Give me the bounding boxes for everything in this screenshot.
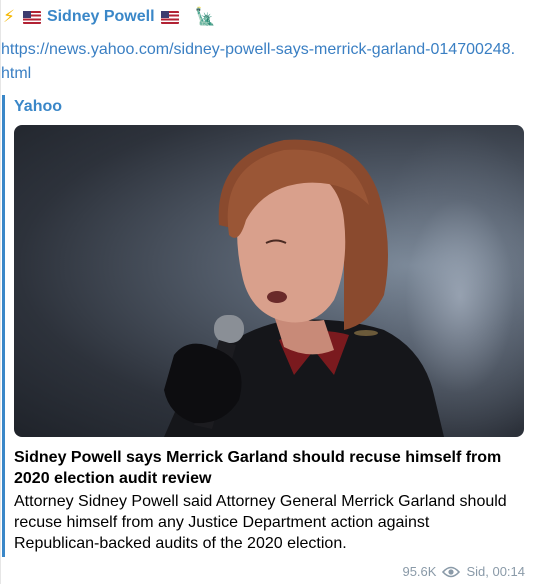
lightning-icon: ⚡ (3, 7, 15, 27)
eye-icon (442, 566, 461, 577)
link-preview[interactable]: Yahoo Sidney Powell says Merrick Garland… (2, 95, 524, 557)
statue-of-liberty-icon: 🗽 (194, 7, 216, 27)
author-and-time: Sid, 00:14 (466, 564, 525, 579)
sender-name[interactable]: Sidney Powell (47, 8, 155, 26)
us-flag-icon (22, 10, 41, 24)
article-link[interactable]: https://news.yahoo.com/sidney-powell-say… (1, 38, 521, 86)
preview-site-name: Yahoo (14, 98, 63, 115)
us-flag-icon (160, 10, 179, 24)
preview-title[interactable]: Sidney Powell says Merrick Garland shoul… (14, 447, 519, 489)
preview-image[interactable] (14, 125, 524, 437)
message-meta: 95.6K Sid, 00:14 (402, 564, 525, 579)
channel-message: ⚡ Sidney Powell 🗽 https://news.yahoo.com… (0, 0, 535, 584)
message-header: ⚡ Sidney Powell 🗽 (1, 5, 216, 29)
preview-description: Attorney Sidney Powell said Attorney Gen… (14, 493, 507, 552)
view-count: 95.6K (402, 564, 437, 579)
speaker-illustration (164, 139, 444, 437)
